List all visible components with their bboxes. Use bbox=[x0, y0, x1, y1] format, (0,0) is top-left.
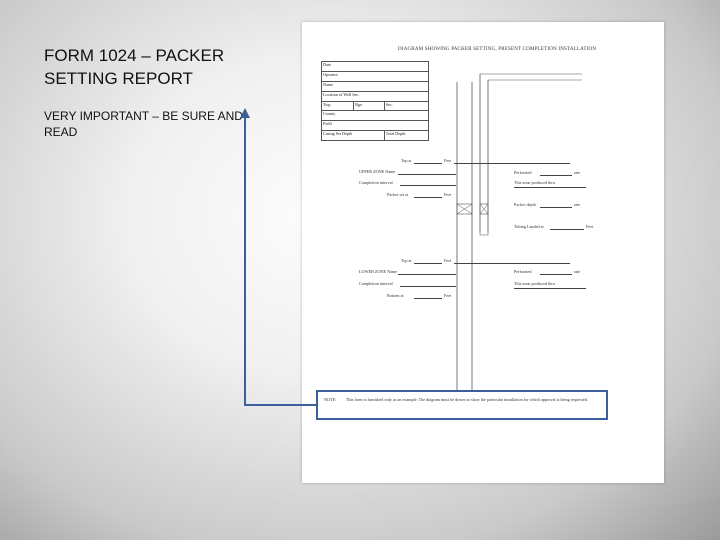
arrow-line bbox=[244, 116, 316, 406]
connector-arrow bbox=[240, 108, 316, 406]
arrow-head-icon bbox=[240, 108, 250, 118]
